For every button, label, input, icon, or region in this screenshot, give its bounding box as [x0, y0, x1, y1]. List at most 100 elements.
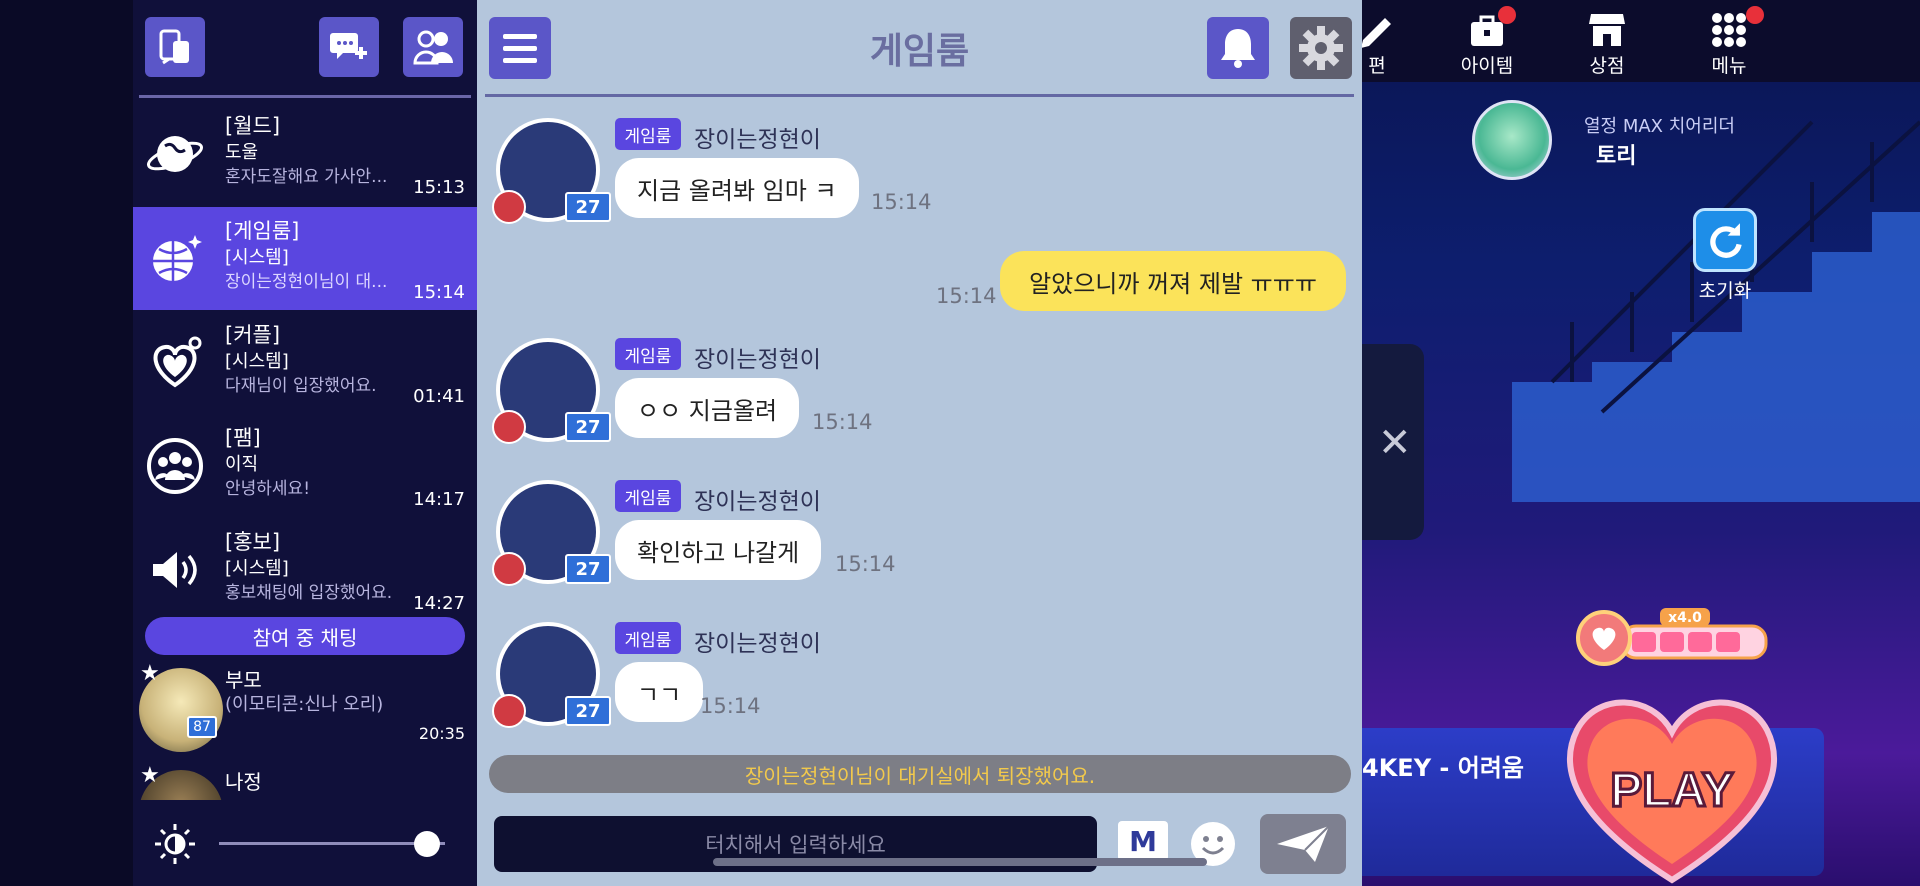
new-badge-dot	[1498, 6, 1516, 24]
top-menu-item[interactable]: 아이템	[1442, 6, 1532, 78]
sender-name[interactable]: 장이는정현이	[694, 624, 821, 658]
chat-sidebar: [월드] 도울 혼자도잘해요 가사안... 15:13 [게임룸] [시스템] …	[133, 0, 477, 886]
participating-chats-header[interactable]: 참여 중 채팅	[145, 617, 465, 655]
settings-button[interactable]	[1290, 17, 1352, 79]
close-icon: ✕	[1378, 420, 1412, 466]
switch-device-icon	[159, 29, 189, 65]
room-time: 14:27	[413, 593, 465, 614]
message-bubble: ㄱㄱ	[615, 662, 704, 722]
room-name: [커플]	[225, 323, 281, 347]
chat-input-area: 터치해서 입력하세요 M	[477, 800, 1362, 886]
friend-name: 부모	[225, 668, 262, 692]
room-last-sender: [시스템]	[225, 247, 289, 268]
character-title: 열정 MAX 치어리더	[1584, 116, 1735, 137]
room-time: 15:14	[413, 282, 465, 303]
play-button[interactable]: PLAY	[1557, 680, 1787, 886]
menu-grid-icon	[1712, 13, 1746, 47]
reset-label: 초기화	[1698, 280, 1752, 302]
megaphone-m-button[interactable]: M	[1118, 821, 1168, 861]
rank-icon	[492, 410, 526, 444]
room-last-message: 안녕하세요!	[225, 479, 311, 499]
room-name: [팸]	[225, 426, 261, 450]
brightness-control	[133, 800, 477, 886]
combo-multiplier: x4.0	[1668, 610, 1702, 626]
switch-device-button[interactable]	[145, 17, 205, 77]
room-badge: 게임룸	[615, 118, 681, 150]
room-item-family[interactable]: [팸] 이직 안녕하세요! 14:17	[133, 414, 477, 517]
new-chat-button[interactable]	[319, 17, 379, 77]
my-message-bubble: 알았으니까 꺼져 제발 ㅠㅠㅠ	[1000, 251, 1346, 311]
sidebar-toolbar	[133, 0, 477, 96]
room-item-promo[interactable]: [홍보] [시스템] 홍보채팅에 입장했어요. 14:27	[133, 518, 477, 621]
top-menu-label: 아이템	[1460, 55, 1514, 77]
message-time: 15:14	[812, 410, 873, 434]
sender-name[interactable]: 장이는정현이	[694, 120, 821, 154]
reset-button[interactable]	[1693, 208, 1757, 272]
room-item-couple[interactable]: [커플] [시스템] 다재님이 입장했어요. 01:41	[133, 311, 477, 414]
room-badge: 게임룸	[615, 622, 681, 654]
room-badge: 게임룸	[615, 338, 681, 370]
room-last-message: 다재님이 입장했어요.	[225, 376, 377, 396]
room-last-message: 혼자도잘해요 가사안...	[225, 167, 388, 187]
top-menu-shop[interactable]: 상점	[1562, 6, 1652, 78]
friends-button[interactable]	[403, 17, 463, 77]
chat-message: 27 게임룸 장이는정현이 ㄱㄱ 15:14	[477, 622, 1362, 742]
star-icon: ★	[140, 763, 160, 788]
song-mode-label: 4KEY - 어려움	[1362, 754, 1524, 782]
room-last-message: 홍보채팅에 입장했어요.	[225, 583, 393, 603]
chat-header: 게임룸	[477, 0, 1362, 96]
message-time: 15:14	[700, 694, 761, 718]
play-label: PLAY	[1610, 764, 1734, 817]
my-message-time: 15:14	[936, 284, 997, 308]
combo-meter: x4.0	[1576, 608, 1768, 666]
room-item-world[interactable]: [월드] 도울 혼자도잘해요 가사안... 15:13	[133, 102, 477, 205]
chat-panel: 게임룸 27 게임룸 장이는정현이 지금 올려봐 임마 ㅋ 15:14 알았으니…	[477, 0, 1362, 886]
friend-status: (이모티콘:신나 오리)	[225, 694, 384, 715]
game-top-menu: 편 아이템 상점 메뉴	[1362, 0, 1920, 82]
edit-icon	[1362, 18, 1391, 48]
room-last-sender: [시스템]	[225, 558, 289, 579]
message-bubble: 확인하고 나갈게	[615, 520, 822, 580]
character-name: 토리	[1596, 144, 1637, 169]
room-item-gameroom[interactable]: [게임룸] [시스템] 장이는정현이님이 대... 15:14	[133, 207, 477, 310]
room-last-sender: 이직	[225, 454, 259, 475]
message-time: 15:14	[835, 552, 896, 576]
close-chat-tab[interactable]: ✕	[1362, 344, 1424, 540]
friend-name: 나정	[225, 770, 262, 794]
room-name: [게임룸]	[225, 219, 300, 243]
shop-icon	[1589, 14, 1625, 46]
send-button[interactable]	[1260, 814, 1346, 874]
system-notice: 장이는정현이님이 대기실에서 퇴장했어요.	[489, 755, 1351, 793]
friends-icon	[413, 30, 453, 65]
chat-add-icon	[330, 33, 367, 59]
top-menu-menu[interactable]: 메뉴	[1684, 6, 1774, 78]
room-time: 14:17	[413, 489, 465, 510]
brightness-icon	[155, 824, 195, 864]
level-badge: 27	[565, 696, 611, 726]
level-badge: 27	[565, 412, 611, 442]
notification-button[interactable]	[1207, 17, 1269, 79]
message-bubble: 지금 올려봐 임마 ㅋ	[615, 158, 859, 218]
top-menu-label: 편	[1368, 55, 1386, 77]
avatar	[1472, 100, 1552, 180]
friend-item[interactable]: ★ 87 부모 (이모티콘:신나 오리) 20:35	[133, 660, 477, 760]
scroll-indicator	[713, 858, 1207, 866]
paper-plane-icon	[1277, 825, 1330, 862]
game-lobby: 편 아이템 상점 메뉴 열정 MAX 치어리더 토리 초기화 ✕ 4KEY - …	[1362, 0, 1920, 886]
brightness-slider-knob[interactable]	[413, 831, 440, 857]
sidebar-divider	[139, 95, 471, 98]
room-last-sender: [시스템]	[225, 351, 289, 372]
message-time: 15:14	[871, 190, 932, 214]
rank-icon	[492, 552, 526, 586]
friend-time: 20:35	[418, 724, 465, 743]
sender-name[interactable]: 장이는정현이	[694, 340, 821, 374]
sender-name[interactable]: 장이는정현이	[694, 482, 821, 516]
room-name: [홍보]	[225, 530, 281, 554]
brightness-slider-track[interactable]	[219, 842, 445, 845]
bell-icon	[1221, 29, 1255, 68]
friend-item[interactable]: ★ 나정	[133, 762, 477, 800]
character-profile[interactable]: 열정 MAX 치어리더 토리	[1472, 96, 1776, 180]
top-menu-label: 상점	[1589, 55, 1625, 77]
level-badge: 87	[187, 716, 217, 738]
top-menu-edit[interactable]: 편	[1362, 6, 1422, 78]
